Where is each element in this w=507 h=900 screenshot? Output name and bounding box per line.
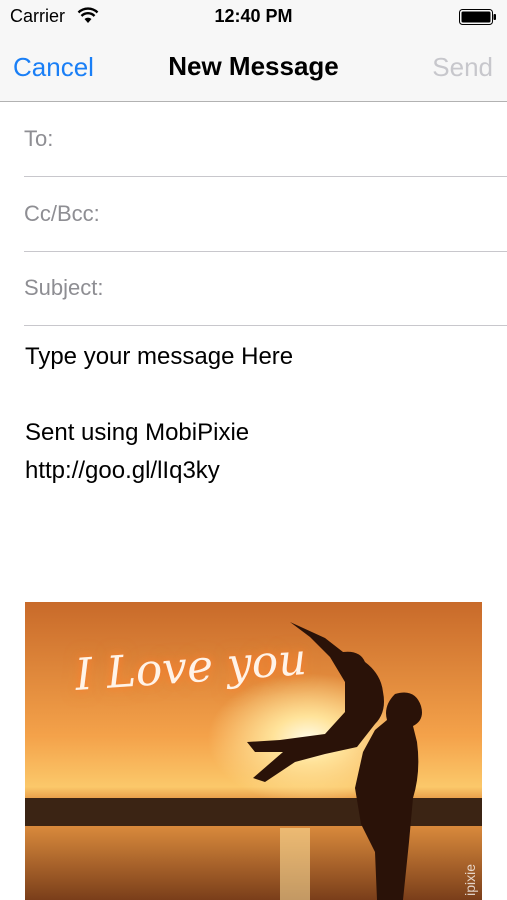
subject-field[interactable]: Subject: (24, 251, 507, 326)
battery-icon (459, 9, 496, 25)
watermark: ipixie (462, 864, 478, 896)
to-input[interactable] (124, 122, 498, 154)
status-time: 12:40 PM (214, 6, 293, 26)
message-body[interactable]: Type your message Here Sent using MobiPi… (25, 338, 485, 490)
cc-bcc-input[interactable] (114, 197, 488, 229)
to-label: To: (24, 126, 54, 151)
signature-text: Sent using MobiPixie (25, 419, 250, 446)
status-bar: Carrier 12:40 PM (0, 0, 507, 34)
signature-link[interactable]: http://goo.gl/lIq3ky (25, 452, 485, 490)
subject-label: Subject: (24, 275, 104, 300)
cc-bcc-field[interactable]: Cc/Bcc: (24, 177, 507, 252)
attached-image[interactable]: I Love you ipixie (25, 602, 482, 900)
cc-bcc-label: Cc/Bcc: (24, 201, 100, 226)
subject-input[interactable] (124, 271, 498, 303)
page-title: New Message (168, 51, 339, 81)
to-field[interactable]: To: (24, 102, 507, 177)
send-button[interactable]: Send (432, 52, 493, 83)
nav-bar: Cancel New Message Send (0, 34, 507, 102)
message-text: Type your message Here (25, 343, 294, 370)
